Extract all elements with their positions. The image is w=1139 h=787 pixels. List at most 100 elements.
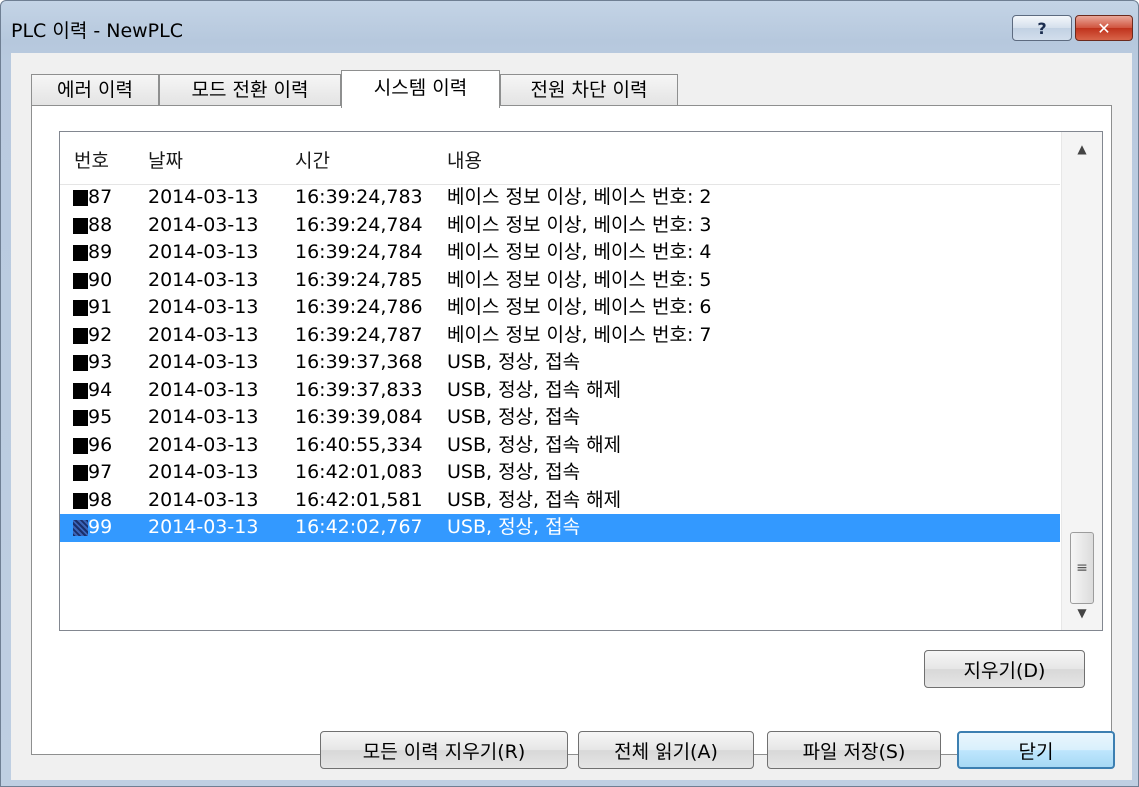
vertical-scrollbar[interactable]: ▲ ≡ ▼ (1061, 132, 1102, 630)
cell-date: 2014-03-13 (148, 406, 259, 428)
cell-time: 16:39:39,084 (295, 406, 423, 428)
cell-time: 16:39:37,368 (295, 351, 423, 373)
column-header-date[interactable]: 날짜 (148, 146, 183, 173)
cell-date: 2014-03-13 (148, 296, 259, 318)
cell-number: 96 (88, 433, 113, 456)
title-bar[interactable]: PLC 이력 - NewPLC ? ✕ (1, 1, 1138, 53)
clear-button[interactable]: 지우기(D) (924, 650, 1085, 688)
entry-marker-icon (73, 300, 88, 316)
tab-mode-change-history[interactable]: 모드 전환 이력 (159, 74, 341, 106)
table-row[interactable]: 97 2014-03-13 16:42:01,083 USB, 정상, 접속 (60, 459, 1060, 487)
cell-content: 베이스 정보 이상, 베이스 번호: 4 (447, 241, 712, 263)
entry-marker-icon (73, 465, 88, 481)
cell-date: 2014-03-13 (148, 378, 259, 401)
cell-time: 16:39:24,784 (295, 213, 423, 236)
cell-number: 93 (88, 351, 113, 373)
help-button[interactable]: ? (1012, 15, 1072, 41)
table-row[interactable]: 87 2014-03-13 16:39:24,783 베이스 정보 이상, 베이스 번… (60, 184, 1060, 212)
window-title: PLC 이력 - NewPLC (11, 20, 183, 42)
window-close-button[interactable]: ✕ (1075, 15, 1133, 41)
tab-error-history[interactable]: 에러 이력 (31, 74, 159, 106)
cell-content: USB, 정상, 접속 해제 (447, 378, 622, 401)
entry-marker-icon (73, 382, 88, 399)
arrow-down-icon: ▼ (1077, 606, 1087, 620)
column-header-content[interactable]: 내용 (447, 146, 482, 173)
table-row[interactable]: 93 2014-03-13 16:39:37,368 USB, 정상, 접속 (60, 349, 1060, 377)
cell-content: USB, 정상, 접속 (447, 406, 581, 428)
cell-time: 16:39:24,785 (295, 268, 423, 291)
cell-time: 16:40:55,334 (295, 433, 423, 456)
entry-marker-icon (73, 327, 88, 344)
read-all-button[interactable]: 전체 읽기(A) (578, 731, 754, 769)
cell-date: 2014-03-13 (148, 186, 259, 208)
list-rows: 87 2014-03-13 16:39:24,783 베이스 정보 이상, 베이스 번… (60, 184, 1060, 542)
cell-number: 87 (88, 186, 113, 208)
entry-marker-icon (73, 272, 88, 289)
scroll-down-button[interactable]: ▼ (1062, 596, 1102, 630)
tab-system-history[interactable]: 시스템 이력 (341, 70, 500, 108)
grip-icon: ≡ (1076, 560, 1088, 576)
cell-time: 16:39:37,833 (295, 378, 423, 401)
cell-content: USB, 정상, 접속 (447, 516, 581, 538)
cell-content: USB, 정상, 접속 해제 (447, 488, 622, 511)
cell-date: 2014-03-13 (148, 516, 259, 538)
cell-time: 16:42:01,581 (295, 488, 423, 511)
entry-marker-icon (73, 492, 88, 509)
cell-date: 2014-03-13 (148, 433, 259, 456)
cell-date: 2014-03-13 (148, 351, 259, 373)
cell-number: 99 (88, 516, 113, 538)
table-row[interactable]: 99 2014-03-13 16:42:02,767 USB, 정상, 접속 (60, 514, 1060, 542)
cell-time: 16:42:01,083 (295, 461, 423, 483)
cell-number: 95 (88, 406, 113, 428)
system-history-list[interactable]: 번호 날짜 시간 내용 87 2014-03-13 16:39:24,783 베이스 … (59, 131, 1103, 631)
table-row[interactable]: 89 2014-03-13 16:39:24,784 베이스 정보 이상, 베이스 번… (60, 239, 1060, 267)
entry-marker-icon (73, 190, 88, 206)
cell-content: 베이스 정보 이상, 베이스 번호: 6 (447, 296, 712, 318)
clear-all-history-button[interactable]: 모든 이력 지우기(R) (320, 731, 568, 769)
cell-number: 91 (88, 296, 113, 318)
table-row[interactable]: 95 2014-03-13 16:39:39,084 USB, 정상, 접속 (60, 404, 1060, 432)
table-row[interactable]: 92 2014-03-13 16:39:24,787 베이스 정보 이상, 베이스 번… (60, 322, 1060, 350)
close-button[interactable]: 닫기 (957, 731, 1115, 769)
table-row[interactable]: 91 2014-03-13 16:39:24,786 베이스 정보 이상, 베이스 번… (60, 294, 1060, 322)
table-row[interactable]: 96 2014-03-13 16:40:55,334 USB, 정상, 접속 해제 (60, 432, 1060, 460)
table-row[interactable]: 88 2014-03-13 16:39:24,784 베이스 정보 이상, 베이스 번… (60, 212, 1060, 240)
scroll-up-button[interactable]: ▲ (1062, 132, 1102, 166)
entry-marker-icon (73, 355, 88, 371)
entry-marker-icon (73, 245, 88, 261)
cell-number: 90 (88, 268, 113, 291)
cell-time: 16:39:24,784 (295, 241, 423, 263)
plc-history-dialog: PLC 이력 - NewPLC ? ✕ 에러 이력 모드 전환 이력 시스템 이… (0, 0, 1139, 787)
cell-number: 98 (88, 488, 113, 511)
cell-date: 2014-03-13 (148, 241, 259, 263)
entry-marker-icon (73, 437, 88, 454)
cell-content: USB, 정상, 접속 해제 (447, 433, 622, 456)
tab-power-off-history[interactable]: 전원 차단 이력 (500, 74, 678, 106)
cell-content: 베이스 정보 이상, 베이스 번호: 5 (447, 268, 712, 291)
cell-content: USB, 정상, 접속 (447, 351, 581, 373)
cell-content: 베이스 정보 이상, 베이스 번호: 7 (447, 323, 712, 346)
cell-date: 2014-03-13 (148, 461, 259, 483)
cell-content: 베이스 정보 이상, 베이스 번호: 3 (447, 213, 712, 236)
close-icon: ✕ (1097, 18, 1111, 38)
entry-marker-icon (73, 410, 88, 426)
cell-date: 2014-03-13 (148, 323, 259, 346)
table-row[interactable]: 90 2014-03-13 16:39:24,785 베이스 정보 이상, 베이스 번… (60, 267, 1060, 295)
save-file-button[interactable]: 파일 저장(S) (767, 731, 941, 769)
entry-marker-icon (73, 217, 88, 234)
list-header: 번호 날짜 시간 내용 (60, 132, 1060, 185)
cell-number: 92 (88, 323, 113, 346)
arrow-up-icon: ▲ (1077, 142, 1087, 156)
table-row[interactable]: 98 2014-03-13 16:42:01,581 USB, 정상, 접속 해제 (60, 487, 1060, 515)
scroll-thumb[interactable]: ≡ (1070, 532, 1094, 604)
help-icon: ? (1037, 18, 1047, 38)
cell-number: 94 (88, 378, 113, 401)
cell-time: 16:39:24,787 (295, 323, 423, 346)
cell-number: 88 (88, 213, 113, 236)
entry-marker-icon (73, 520, 88, 536)
table-row[interactable]: 94 2014-03-13 16:39:37,833 USB, 정상, 접속 해제 (60, 377, 1060, 405)
column-header-time[interactable]: 시간 (295, 146, 330, 173)
cell-number: 97 (88, 461, 113, 483)
cell-date: 2014-03-13 (148, 488, 259, 511)
column-header-number[interactable]: 번호 (74, 146, 109, 173)
